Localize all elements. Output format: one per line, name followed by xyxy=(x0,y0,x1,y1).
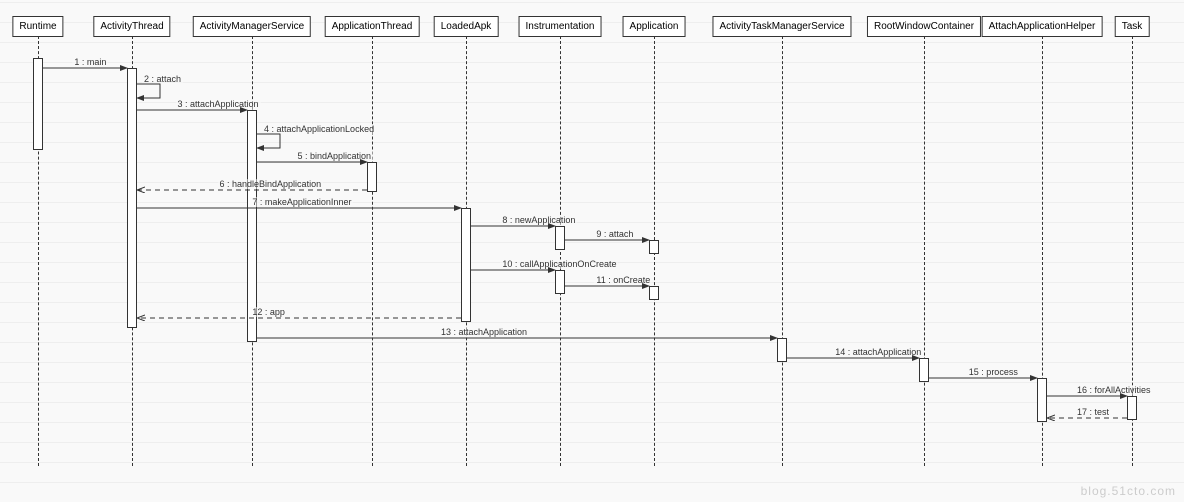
message-9: 9 : attach xyxy=(594,229,635,239)
participant-label: LoadedApk xyxy=(441,21,492,32)
participant-label: RootWindowContainer xyxy=(874,21,974,32)
activation-task xyxy=(1127,396,1137,420)
activation-atms xyxy=(777,338,787,362)
activation-instrumentation xyxy=(555,270,565,294)
activation-instrumentation xyxy=(555,226,565,250)
message-10: 10 : callApplicationOnCreate xyxy=(500,259,618,269)
message-3: 3 : attachApplication xyxy=(176,99,261,109)
lifeline-rootWindowContainer xyxy=(924,36,925,466)
participant-label: ActivityManagerService xyxy=(200,21,304,32)
activation-loadedApk xyxy=(461,208,471,322)
participant-label: Task xyxy=(1122,21,1143,32)
lifeline-applicationThread xyxy=(372,36,373,466)
participant-instrumentation: Instrumentation xyxy=(519,16,602,37)
message-5: 5 : bindApplication xyxy=(296,151,374,161)
activation-runtime xyxy=(33,58,43,150)
participant-activityThread: ActivityThread xyxy=(93,16,170,37)
activation-attachApplicationHelper xyxy=(1037,378,1047,422)
message-14: 14 : attachApplication xyxy=(833,347,923,357)
participant-rootWindowContainer: RootWindowContainer xyxy=(867,16,981,37)
lifeline-atms xyxy=(782,36,783,466)
activation-application xyxy=(649,286,659,300)
message-11: 11 : onCreate xyxy=(594,275,652,285)
message-8: 8 : newApplication xyxy=(500,215,577,225)
participant-label: Instrumentation xyxy=(526,21,595,32)
message-12: 12 : app xyxy=(250,307,287,317)
participant-label: AttachApplicationHelper xyxy=(989,21,1096,32)
message-15: 15 : process xyxy=(967,367,1020,377)
participant-label: Application xyxy=(630,21,679,32)
participant-applicationThread: ApplicationThread xyxy=(325,16,420,37)
participant-attachApplicationHelper: AttachApplicationHelper xyxy=(982,16,1103,37)
watermark: blog.51cto.com xyxy=(1081,484,1176,498)
participant-loadedApk: LoadedApk xyxy=(434,16,499,37)
participant-task: Task xyxy=(1115,16,1150,37)
participant-label: ActivityTaskManagerService xyxy=(719,21,844,32)
participant-label: ApplicationThread xyxy=(332,21,413,32)
activation-application xyxy=(649,240,659,254)
participant-application: Application xyxy=(623,16,686,37)
lifeline-instrumentation xyxy=(560,36,561,466)
message-4: 4 : attachApplicationLocked xyxy=(262,124,376,134)
participant-label: Runtime xyxy=(19,21,56,32)
message-1: 1 : main xyxy=(72,57,108,67)
message-13: 13 : attachApplication xyxy=(439,327,529,337)
participant-runtime: Runtime xyxy=(12,16,63,37)
activation-applicationThread xyxy=(367,162,377,192)
message-6: 6 : handleBindApplication xyxy=(218,179,324,189)
activation-rootWindowContainer xyxy=(919,358,929,382)
participant-ams: ActivityManagerService xyxy=(193,16,311,37)
message-17: 17 : test xyxy=(1075,407,1111,417)
message-2: 2 : attach xyxy=(142,74,183,84)
activation-activityThread xyxy=(127,68,137,328)
participant-atms: ActivityTaskManagerService xyxy=(712,16,851,37)
message-7: 7 : makeApplicationInner xyxy=(250,197,353,207)
participant-label: ActivityThread xyxy=(100,21,163,32)
message-16: 16 : forAllActivities xyxy=(1075,385,1153,395)
